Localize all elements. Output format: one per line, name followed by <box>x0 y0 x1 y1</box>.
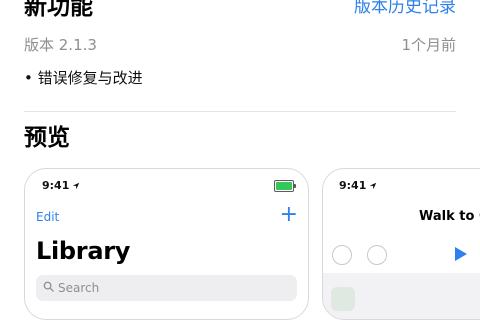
edit-button[interactable]: Edit <box>36 210 59 224</box>
location-arrow-icon <box>73 182 80 189</box>
plus-icon[interactable]: + <box>280 203 298 227</box>
status-bar-time: 9:41 <box>339 179 377 192</box>
battery-icon <box>274 180 296 192</box>
library-title: Library <box>36 237 131 265</box>
shortcut-title: Walk to Co <box>419 209 480 224</box>
preview-screenshot-1[interactable]: 9:41 Edit + Library Search <box>24 168 309 320</box>
whats-new-title: 新功能 <box>24 0 93 20</box>
action-item[interactable] <box>331 287 355 311</box>
play-icon[interactable] <box>455 247 467 261</box>
version-label: 版本 2.1.3 <box>24 36 97 54</box>
status-time: 9:41 <box>339 179 367 192</box>
version-history-link[interactable]: 版本历史记录 <box>354 0 456 20</box>
status-time: 9:41 <box>42 179 70 192</box>
location-arrow-icon <box>370 182 377 189</box>
section-divider <box>24 111 456 112</box>
preview-screenshot-2[interactable]: 9:41 Walk to Co <box>322 168 480 320</box>
search-input[interactable]: Search <box>36 275 297 301</box>
status-bar-time: 9:41 <box>42 179 80 192</box>
preview-title: 预览 <box>24 125 70 151</box>
release-note: • 错误修复与改进 <box>24 69 143 87</box>
search-placeholder: Search <box>58 281 100 295</box>
search-icon <box>43 281 54 292</box>
undo-icon[interactable] <box>332 245 352 265</box>
release-time-label: 1个月前 <box>401 36 456 54</box>
redo-icon[interactable] <box>367 245 387 265</box>
